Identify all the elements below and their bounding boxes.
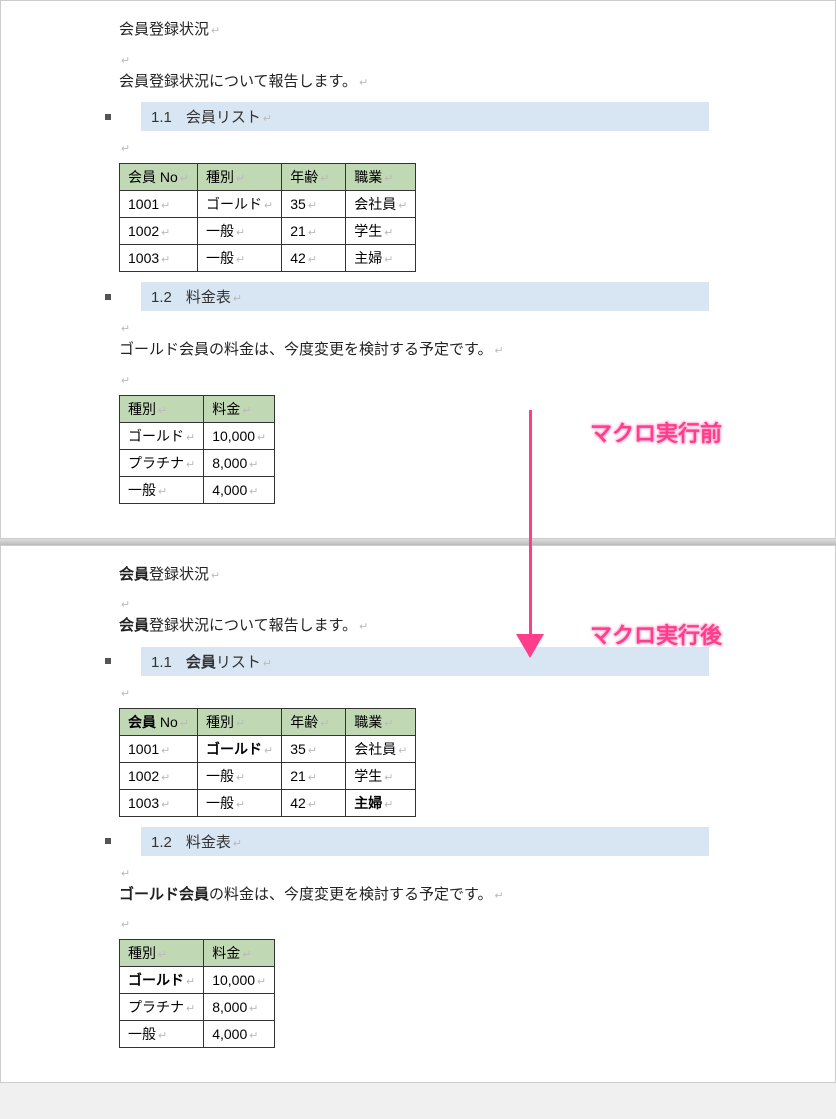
price-table-after: 種別↵ 料金↵ ゴールド↵ 10,000↵ プラチナ↵ 8,000↵ 一般↵ 4… bbox=[119, 939, 275, 1048]
th-job: 職業↵ bbox=[346, 708, 416, 735]
intro-text: 会員登録状況について報告します。 bbox=[119, 73, 357, 90]
table-row: 1003↵ 一般↵ 42↵ 主婦↵ bbox=[120, 789, 416, 816]
bullet-icon bbox=[105, 658, 111, 664]
note-bold: ゴールド会員 bbox=[119, 886, 209, 903]
heading-label: 会員リスト bbox=[186, 109, 261, 126]
heading-num: 1.2 bbox=[151, 289, 172, 306]
th-age: 年齢↵ bbox=[282, 708, 346, 735]
empty-para: ↵ bbox=[49, 315, 787, 333]
th-job: 職業↵ bbox=[346, 164, 416, 191]
table-row: プラチナ↵ 8,000↵ bbox=[120, 449, 275, 476]
table-row: ゴールド↵ 10,000↵ bbox=[120, 422, 275, 449]
table-header-row: 種別↵ 料金↵ bbox=[120, 940, 275, 967]
intro-before: 会員登録状況について報告します。↵ bbox=[49, 69, 787, 95]
empty-para: ↵ bbox=[49, 367, 787, 385]
empty-para: ↵ bbox=[49, 591, 787, 609]
empty-para: ↵ bbox=[49, 860, 787, 878]
empty-para: ↵ bbox=[49, 680, 787, 698]
heading-bar: 1.1会員リスト↵ bbox=[141, 102, 709, 131]
annotation-before: マクロ実行前 bbox=[590, 416, 722, 448]
heading-bar: 1.2料金表↵ bbox=[141, 282, 709, 311]
empty-para: ↵ bbox=[49, 911, 787, 929]
table-row: 1002↵ 一般↵ 21↵ 学生↵ bbox=[120, 218, 416, 245]
heading-1-1-before: 1.1会員リスト↵ bbox=[49, 102, 787, 131]
member-table-after: 会員 No↵ 種別↵ 年齢↵ 職業↵ 1001↵ ゴールド↵ 35↵ 会社員↵ … bbox=[119, 708, 416, 817]
table-row: 1002↵ 一般↵ 21↵ 学生↵ bbox=[120, 762, 416, 789]
note-text: ゴールド会員の料金は、今度変更を検討する予定です。 bbox=[119, 341, 493, 358]
th-age: 年齢↵ bbox=[282, 164, 346, 191]
table-row: プラチナ↵ 8,000↵ bbox=[120, 994, 275, 1021]
title-text: 会員登録状況 bbox=[119, 21, 209, 38]
bullet-icon bbox=[105, 838, 111, 844]
table-header-row: 種別↵ 料金↵ bbox=[120, 395, 275, 422]
price-table-before: 種別↵ 料金↵ ゴールド↵ 10,000↵ プラチナ↵ 8,000↵ 一般↵ 4… bbox=[119, 395, 275, 504]
heading-label: 料金表 bbox=[186, 834, 231, 851]
empty-para: ↵ bbox=[49, 47, 787, 65]
heading-num: 1.1 bbox=[151, 109, 172, 126]
page-before: 会員登録状況↵ ↵ 会員登録状況について報告します。↵ 1.1会員リスト↵ ↵ … bbox=[0, 0, 836, 539]
th-memberno: 会員 No↵ bbox=[120, 708, 198, 735]
intro-rest: 登録状況について報告します。 bbox=[149, 617, 357, 634]
intro-bold: 会員 bbox=[119, 617, 149, 634]
member-table-before: 会員 No↵ 種別↵ 年齢↵ 職業↵ 1001↵ ゴールド↵ 35↵ 会社員↵ … bbox=[119, 163, 416, 272]
heading-label-bold: 会員 bbox=[186, 654, 216, 671]
title-before: 会員登録状況↵ bbox=[49, 17, 787, 43]
table-row: 一般↵ 4,000↵ bbox=[120, 1021, 275, 1048]
table-row: 1003↵ 一般↵ 42↵ 主婦↵ bbox=[120, 245, 416, 272]
title-rest: 登録状況 bbox=[149, 566, 209, 583]
th-type: 種別↵ bbox=[198, 708, 282, 735]
table-row: 一般↵ 4,000↵ bbox=[120, 476, 275, 503]
heading-bar: 1.2料金表↵ bbox=[141, 827, 709, 856]
bullet-icon bbox=[105, 114, 111, 120]
note2-after: ゴールド会員の料金は、今度変更を検討する予定です。↵ bbox=[49, 882, 787, 908]
heading-num: 1.1 bbox=[151, 654, 172, 671]
heading-1-1-after: 1.1会員リスト↵ bbox=[49, 647, 787, 676]
table-row: 1001↵ ゴールド↵ 35↵ 会社員↵ bbox=[120, 191, 416, 218]
table-row: 1001↵ ゴールド↵ 35↵ 会社員↵ bbox=[120, 735, 416, 762]
heading-1-2-before: 1.2料金表↵ bbox=[49, 282, 787, 311]
heading-label-rest: リスト bbox=[216, 654, 261, 671]
heading-1-2-after: 1.2料金表↵ bbox=[49, 827, 787, 856]
title-after: 会員登録状況↵ bbox=[49, 562, 787, 588]
th-type: 種別↵ bbox=[198, 164, 282, 191]
title-bold: 会員 bbox=[119, 566, 149, 583]
table-header-row: 会員 No↵ 種別↵ 年齢↵ 職業↵ bbox=[120, 164, 416, 191]
heading-label: 料金表 bbox=[186, 289, 231, 306]
return-mark: ↵ bbox=[211, 25, 220, 37]
table-header-row: 会員 No↵ 種別↵ 年齢↵ 職業↵ bbox=[120, 708, 416, 735]
empty-para: ↵ bbox=[49, 135, 787, 153]
note-rest: の料金は、今度変更を検討する予定です。 bbox=[209, 886, 493, 903]
heading-num: 1.2 bbox=[151, 834, 172, 851]
heading-bar: 1.1会員リスト↵ bbox=[141, 647, 709, 676]
table-row: ゴールド↵ 10,000↵ bbox=[120, 967, 275, 994]
annotation-after: マクロ実行後 bbox=[590, 618, 722, 650]
th-memberno: 会員 No↵ bbox=[120, 164, 198, 191]
note2-before: ゴールド会員の料金は、今度変更を検討する予定です。↵ bbox=[49, 337, 787, 363]
bullet-icon bbox=[105, 294, 111, 300]
